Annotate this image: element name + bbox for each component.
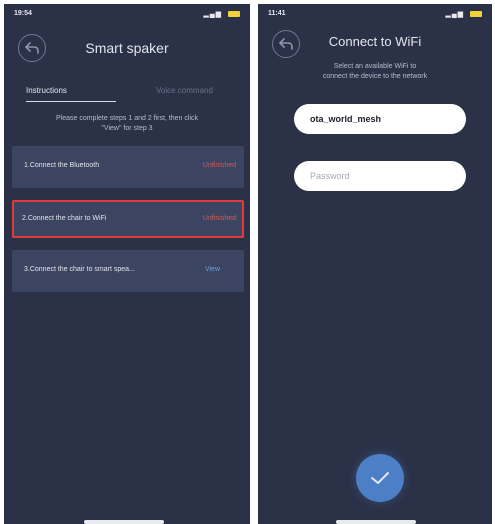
step-status: Unfinished — [202, 162, 236, 169]
screenshot-pair: 19:54 ▂▄▆ Smart spaker Instructions Voic… — [0, 0, 495, 524]
status-time: 19:54 — [14, 10, 32, 17]
home-indicator — [84, 520, 164, 524]
step-label: 2.Connect the chair to WiFi — [22, 215, 107, 222]
view-button[interactable]: View — [205, 266, 220, 273]
signal-icon: ▂▄▆ — [203, 11, 223, 18]
status-bar: 11:41 ▂▄▆ — [268, 10, 482, 20]
page-title: Connect to WiFi — [328, 34, 422, 49]
step-label: 3.Connect the chair to smart speа... — [24, 266, 135, 273]
step-card-wifi[interactable]: 2.Connect the chair to WiFi Unfinished — [12, 200, 244, 238]
instruction-note: Please complete steps 1 and 2 first, the… — [55, 115, 199, 132]
wifi-ssid-input[interactable] — [294, 104, 466, 134]
battery-icon — [228, 11, 240, 18]
status-icons: ▂▄▆ — [203, 10, 240, 18]
password-input[interactable] — [294, 161, 466, 191]
smart-speaker-screen: 19:54 ▂▄▆ Smart spaker Instructions Voic… — [4, 4, 250, 524]
status-icons: ▂▄▆ — [445, 10, 482, 18]
step-label: 1.Connect the Bluetooth — [24, 162, 100, 169]
step-card-smart-speaker[interactable]: 3.Connect the chair to smart speа... Vie… — [12, 250, 244, 292]
confirm-button[interactable] — [356, 454, 404, 502]
step-card-bluetooth[interactable]: 1.Connect the Bluetooth Unfinished — [12, 146, 244, 188]
tab-bar: Instructions Voice command — [18, 86, 240, 106]
tab-voice-command[interactable]: Voice command — [156, 86, 213, 95]
page-title: Smart spaker — [85, 40, 169, 56]
status-bar: 19:54 ▂▄▆ — [14, 10, 240, 20]
status-time: 11:41 — [268, 10, 286, 17]
tab-instructions[interactable]: Instructions — [26, 86, 116, 102]
home-indicator — [336, 520, 416, 524]
instruction-subtitle: Select an available WiFi to connect the … — [322, 63, 428, 80]
step-status: Unfinished — [202, 215, 236, 222]
checkmark-icon — [371, 472, 389, 484]
signal-icon: ▂▄▆ — [445, 11, 465, 18]
connect-wifi-screen: 11:41 ▂▄▆ Connect to WiFi Select an avai… — [258, 4, 492, 524]
battery-icon — [470, 11, 482, 18]
